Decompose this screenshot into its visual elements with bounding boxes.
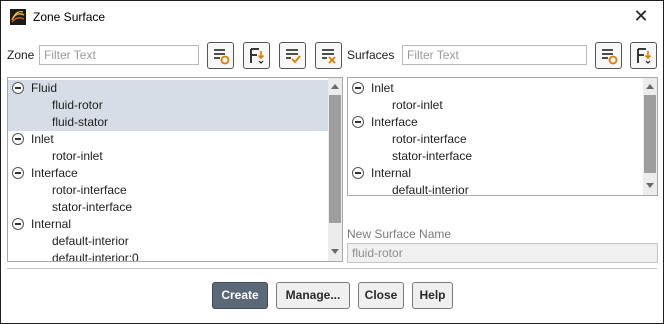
scroll-down-arrow-icon[interactable]	[643, 178, 657, 192]
tree-row-label: Internal	[371, 166, 412, 180]
tree-item-row[interactable]: default-interior	[8, 233, 328, 250]
zone-list[interactable]: default-interior:0 default-interior Intern…	[7, 77, 343, 262]
collapse-icon[interactable]	[12, 82, 24, 94]
surfaces-filter-input[interactable]	[402, 45, 587, 65]
zone-check-list-button[interactable]	[279, 42, 306, 69]
deselect-all-icon	[322, 49, 336, 64]
tree-item-row[interactable]: rotor-interface	[8, 182, 328, 199]
zone-select-all-button[interactable]	[207, 42, 234, 69]
tree-group-row[interactable]: Inlet	[348, 80, 643, 97]
tree-group-row[interactable]: Internal	[348, 165, 643, 182]
tree-item-row[interactable]: stator-interface	[348, 148, 643, 165]
surfaces-select-all-button[interactable]	[595, 42, 622, 69]
surfaces-list[interactable]: default-interior Internal stator-interface…	[347, 77, 658, 196]
tree-group-row[interactable]: Interface	[8, 165, 328, 182]
check-list-icon	[286, 49, 301, 64]
select-by-type-icon	[250, 48, 265, 64]
tree-group-row[interactable]: Fluid	[8, 80, 328, 97]
tree-row-label: Interface	[31, 166, 78, 180]
zone-list-scroll-thumb[interactable]	[329, 95, 341, 223]
tree-item-row[interactable]: rotor-inlet	[8, 148, 328, 165]
footer-divider	[7, 268, 657, 269]
tree-item-row[interactable]: default-interior	[348, 182, 643, 196]
collapse-icon[interactable]	[352, 167, 364, 179]
close-button[interactable]: Close	[358, 282, 404, 309]
tree-row-label: Internal	[31, 217, 72, 231]
zone-filter-input[interactable]	[39, 45, 199, 65]
new-surface-name-label: New Surface Name	[347, 227, 452, 241]
create-button[interactable]: Create	[212, 282, 268, 309]
collapse-icon[interactable]	[352, 82, 364, 94]
zone-select-by-type-button[interactable]	[243, 42, 270, 69]
tree-row-label: rotor-inlet	[52, 149, 103, 163]
collapse-icon[interactable]	[12, 218, 24, 230]
close-icon[interactable]: ✕	[631, 6, 651, 26]
surfaces-label: Surfaces	[347, 48, 395, 62]
surfaces-list-scroll-thumb[interactable]	[644, 95, 656, 173]
tree-row-label: rotor-interface	[392, 132, 467, 146]
tree-row-label: fluid-rotor	[52, 98, 103, 112]
tree-row-label: default-interior	[52, 234, 129, 248]
tree-group-row[interactable]: Interface	[348, 114, 643, 131]
tree-row-label: Fluid	[31, 81, 58, 95]
tree-item-row[interactable]: fluid-stator	[8, 114, 328, 131]
tree-row-label: rotor-inlet	[392, 98, 443, 112]
surfaces-list-scrollbar[interactable]	[643, 78, 657, 195]
tree-row-label: stator-interface	[52, 200, 133, 214]
tree-row-label: Interface	[371, 115, 418, 129]
zone-deselect-all-button[interactable]	[315, 42, 342, 69]
help-button[interactable]: Help	[412, 282, 453, 309]
select-all-icon	[602, 49, 618, 65]
tree-group-row[interactable]: Inlet	[8, 131, 328, 148]
fluent-app-icon	[10, 9, 26, 25]
tree-item-row[interactable]: rotor-interface	[348, 131, 643, 148]
tree-row-label: rotor-interface	[52, 183, 127, 197]
tree-item-row[interactable]: fluid-rotor	[8, 97, 328, 114]
scroll-up-arrow-icon[interactable]	[643, 80, 657, 94]
collapse-icon[interactable]	[352, 116, 364, 128]
new-surface-name-field[interactable]: fluid-rotor	[347, 243, 658, 263]
manage-button[interactable]: Manage...	[276, 282, 350, 309]
zone-label: Zone	[7, 48, 35, 62]
zone-list-scrollbar[interactable]	[328, 78, 342, 261]
tree-item-row[interactable]: rotor-inlet	[348, 97, 643, 114]
collapse-icon[interactable]	[12, 133, 24, 145]
tree-item-row[interactable]: default-interior:0	[8, 250, 328, 262]
tree-row-label: default-interior	[392, 183, 469, 196]
tree-row-label: stator-interface	[392, 149, 473, 163]
surfaces-select-by-type-button[interactable]	[630, 42, 657, 69]
select-by-type-icon	[637, 48, 652, 64]
title-bar: Zone Surface ✕	[1, 1, 663, 33]
tree-row-label: default-interior:0	[52, 251, 139, 262]
window-title: Zone Surface	[33, 10, 106, 24]
tree-row-label: Inlet	[31, 132, 54, 146]
zone-surface-dialog: Zone Surface ✕ Zone Filter Text Surfaces…	[0, 0, 664, 324]
tree-row-label: fluid-stator	[52, 115, 109, 129]
tree-group-row[interactable]: Internal	[8, 216, 328, 233]
tree-item-row[interactable]: stator-interface	[8, 199, 328, 216]
collapse-icon[interactable]	[12, 167, 24, 179]
tree-row-label: Inlet	[371, 81, 394, 95]
select-all-icon	[214, 49, 230, 65]
scroll-up-arrow-icon[interactable]	[328, 80, 342, 94]
scroll-down-arrow-icon[interactable]	[328, 244, 342, 258]
